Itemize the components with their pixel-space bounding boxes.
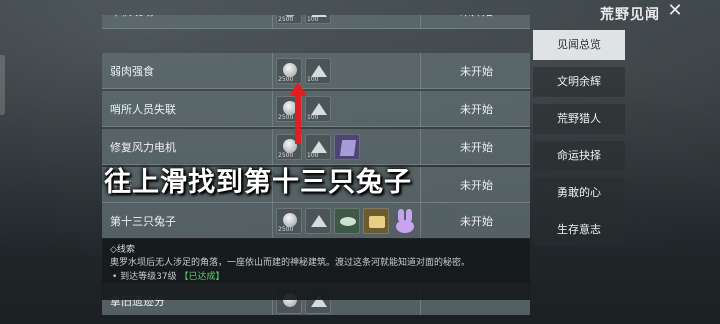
coin-icon[interactable]: 2500: [276, 15, 302, 24]
rabbit-icon[interactable]: [392, 208, 418, 234]
clue-requirement: • 到达等级37级 【已达成】: [112, 269, 225, 282]
quest-name: 弱肉强食: [110, 65, 154, 78]
sidebar-item-hunter[interactable]: 荒野猎人: [533, 104, 625, 134]
sidebar-item-overview[interactable]: 见闻总览: [533, 30, 625, 60]
clue-title: ◇线索: [110, 245, 135, 255]
paper-icon[interactable]: [363, 208, 389, 234]
reward-count: 100: [307, 76, 319, 83]
column-divider: [272, 15, 273, 29]
quest-status: 未开始: [460, 65, 493, 78]
sidebar-item-brave-heart[interactable]: 勇敢的心: [533, 178, 625, 208]
quest-row[interactable]: 车辆现场 2500 100 未开始: [102, 15, 530, 29]
quest-status: 未开始: [460, 141, 493, 154]
left-edge-handle[interactable]: [0, 55, 5, 115]
column-divider: [420, 53, 421, 89]
sidebar-item-civilization[interactable]: 文明余辉: [533, 67, 625, 97]
clue-requirement-text: • 到达等级37级: [112, 272, 177, 282]
quest-name: 修复风力电机: [110, 141, 176, 154]
column-divider: [420, 203, 421, 239]
quest-name: 车辆现场: [110, 15, 154, 19]
coin-icon[interactable]: 2500: [276, 58, 302, 84]
quest-name: 第十三只兔子: [110, 215, 176, 228]
reward-count: 2500: [278, 16, 294, 23]
quest-row[interactable]: 弱肉强食 2500 100 未开始: [102, 53, 530, 89]
exp-triangle-icon[interactable]: 100: [305, 134, 331, 160]
reward-icons: 2500 100: [276, 58, 331, 84]
quest-status: 未开始: [460, 179, 493, 192]
column-divider: [272, 91, 273, 127]
column-divider: [420, 167, 421, 203]
quest-row[interactable]: 第十三只兔子 2500 未开始: [102, 203, 530, 239]
reward-count: 2500: [278, 152, 294, 159]
reward-count: 100: [307, 152, 319, 159]
column-divider: [272, 203, 273, 239]
fish-icon[interactable]: [334, 208, 360, 234]
exp-triangle-icon[interactable]: 100: [305, 58, 331, 84]
quest-row[interactable]: 哨所人员失联 2500 100 未开始: [102, 91, 530, 127]
sidebar-item-fate[interactable]: 命运抉择: [533, 141, 625, 171]
quest-status: 未开始: [460, 15, 493, 19]
sidebar: 见闻总览 文明余辉 荒野猎人 命运抉择 勇敢的心 生存意志: [533, 30, 625, 252]
reward-count: 2500: [278, 226, 294, 233]
quest-status: 未开始: [460, 215, 493, 228]
column-divider: [420, 15, 421, 29]
sidebar-item-survival-will[interactable]: 生存意志: [533, 215, 625, 245]
reward-count: 100: [307, 16, 319, 23]
exp-triangle-icon[interactable]: [305, 208, 331, 234]
reward-icons: 2500 100: [276, 15, 331, 24]
column-divider: [420, 91, 421, 127]
close-icon[interactable]: ✕: [666, 2, 684, 20]
quest-name: 哨所人员失联: [110, 103, 176, 116]
gem-icon[interactable]: [334, 134, 360, 160]
clue-text: 奥罗水坝后无人涉足的角落，一座依山而建的神秘建筑。渡过这条河就能知道对面的秘密。: [110, 258, 471, 268]
coin-icon[interactable]: 2500: [276, 208, 302, 234]
clue-requirement-done: 【已达成】: [179, 272, 225, 282]
column-divider: [272, 53, 273, 89]
reward-icons: 2500: [276, 208, 418, 234]
reward-count: 100: [307, 114, 319, 121]
column-divider: [420, 129, 421, 165]
page-title: 荒野见闻: [600, 7, 660, 23]
exp-triangle-icon[interactable]: 100: [305, 96, 331, 122]
clue-box: ◇线索 奥罗水坝后无人涉足的角落，一座依山而建的神秘建筑。渡过这条河就能知道对面…: [102, 238, 530, 300]
exp-triangle-icon[interactable]: 100: [305, 15, 331, 24]
up-arrow-icon: [289, 82, 307, 144]
instruction-overlay-text: 往上滑找到第十三只兔子: [104, 167, 412, 198]
quest-status: 未开始: [460, 103, 493, 116]
